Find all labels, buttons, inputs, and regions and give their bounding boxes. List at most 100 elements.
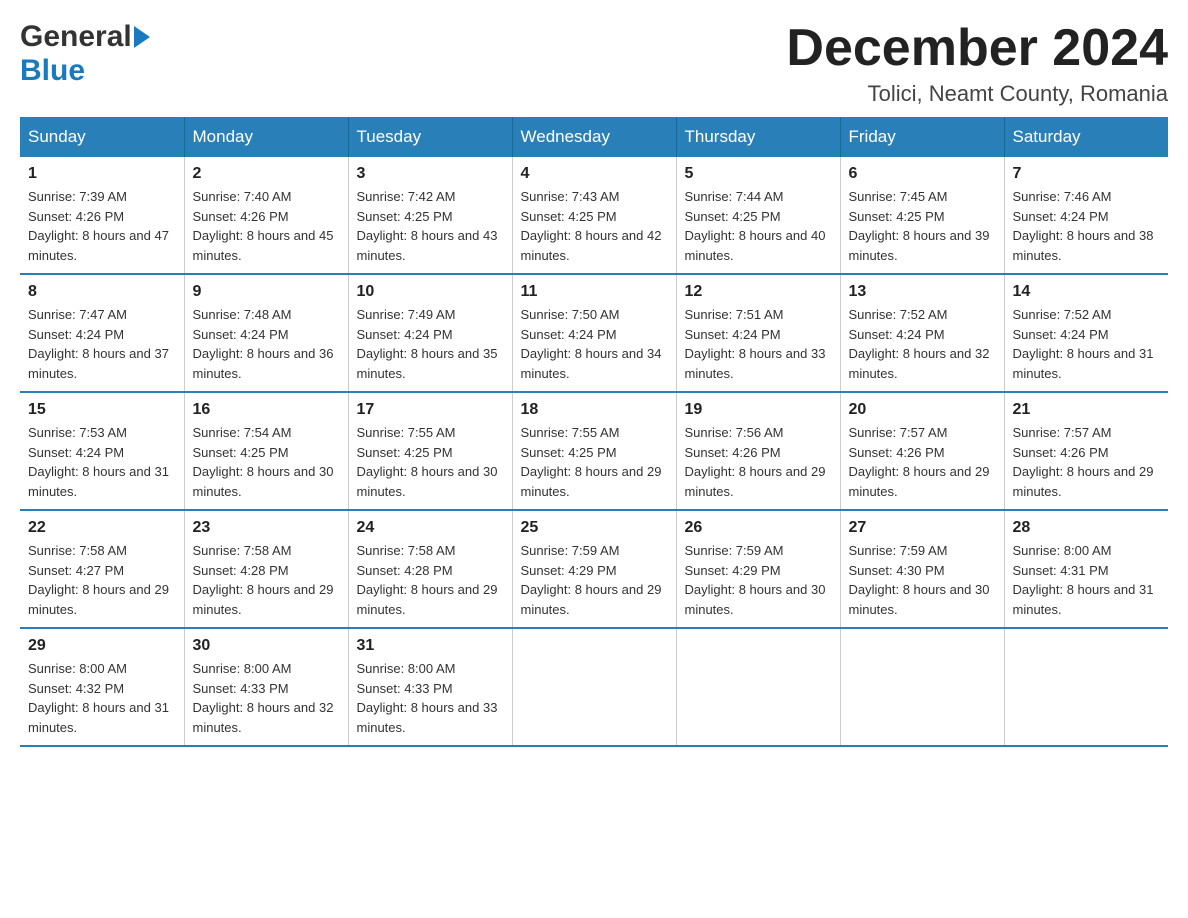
day-info: Sunrise: 7:49 AM Sunset: 4:24 PM Dayligh… — [357, 305, 504, 383]
daylight-label: Daylight: 8 hours and 33 minutes. — [357, 700, 498, 735]
sunset-label: Sunset: 4:29 PM — [521, 563, 617, 578]
sunset-label: Sunset: 4:25 PM — [357, 445, 453, 460]
day-info: Sunrise: 7:57 AM Sunset: 4:26 PM Dayligh… — [1013, 423, 1161, 501]
day-number: 2 — [193, 165, 340, 183]
sunset-label: Sunset: 4:26 PM — [849, 445, 945, 460]
day-info: Sunrise: 7:59 AM Sunset: 4:30 PM Dayligh… — [849, 541, 996, 619]
calendar-day-cell: 3 Sunrise: 7:42 AM Sunset: 4:25 PM Dayli… — [348, 157, 512, 274]
daylight-label: Daylight: 8 hours and 31 minutes. — [1013, 346, 1154, 381]
day-info: Sunrise: 7:42 AM Sunset: 4:25 PM Dayligh… — [357, 187, 504, 265]
day-info: Sunrise: 7:59 AM Sunset: 4:29 PM Dayligh… — [685, 541, 832, 619]
day-number: 28 — [1013, 519, 1161, 537]
sunset-label: Sunset: 4:29 PM — [685, 563, 781, 578]
sunset-label: Sunset: 4:33 PM — [357, 681, 453, 696]
calendar-day-cell: 28 Sunrise: 8:00 AM Sunset: 4:31 PM Dayl… — [1004, 510, 1168, 628]
day-number: 24 — [357, 519, 504, 537]
daylight-label: Daylight: 8 hours and 37 minutes. — [28, 346, 169, 381]
logo-general-text: General — [20, 20, 132, 54]
day-number: 27 — [849, 519, 996, 537]
daylight-label: Daylight: 8 hours and 29 minutes. — [521, 464, 662, 499]
day-number: 19 — [685, 401, 832, 419]
sunset-label: Sunset: 4:24 PM — [28, 445, 124, 460]
day-info: Sunrise: 7:47 AM Sunset: 4:24 PM Dayligh… — [28, 305, 176, 383]
sunrise-label: Sunrise: 7:45 AM — [849, 189, 948, 204]
day-of-week-header: Tuesday — [348, 117, 512, 157]
sunrise-label: Sunrise: 7:39 AM — [28, 189, 127, 204]
sunset-label: Sunset: 4:28 PM — [357, 563, 453, 578]
calendar-week-row: 29 Sunrise: 8:00 AM Sunset: 4:32 PM Dayl… — [20, 628, 1168, 746]
sunrise-label: Sunrise: 7:40 AM — [193, 189, 292, 204]
day-number: 31 — [357, 637, 504, 655]
sunrise-label: Sunrise: 8:00 AM — [28, 661, 127, 676]
logo-blue-text: Blue — [20, 54, 85, 87]
sunset-label: Sunset: 4:24 PM — [357, 327, 453, 342]
day-info: Sunrise: 7:43 AM Sunset: 4:25 PM Dayligh… — [521, 187, 668, 265]
day-info: Sunrise: 7:50 AM Sunset: 4:24 PM Dayligh… — [521, 305, 668, 383]
sunset-label: Sunset: 4:25 PM — [357, 209, 453, 224]
day-number: 6 — [849, 165, 996, 183]
sunrise-label: Sunrise: 7:59 AM — [521, 543, 620, 558]
calendar-day-cell: 4 Sunrise: 7:43 AM Sunset: 4:25 PM Dayli… — [512, 157, 676, 274]
sunrise-label: Sunrise: 7:56 AM — [685, 425, 784, 440]
day-of-week-header: Wednesday — [512, 117, 676, 157]
calendar-week-row: 15 Sunrise: 7:53 AM Sunset: 4:24 PM Dayl… — [20, 392, 1168, 510]
calendar-day-cell: 19 Sunrise: 7:56 AM Sunset: 4:26 PM Dayl… — [676, 392, 840, 510]
day-number: 30 — [193, 637, 340, 655]
sunset-label: Sunset: 4:24 PM — [1013, 327, 1109, 342]
daylight-label: Daylight: 8 hours and 33 minutes. — [685, 346, 826, 381]
daylight-label: Daylight: 8 hours and 32 minutes. — [849, 346, 990, 381]
day-of-week-header: Monday — [184, 117, 348, 157]
daylight-label: Daylight: 8 hours and 30 minutes. — [193, 464, 334, 499]
calendar-day-cell: 2 Sunrise: 7:40 AM Sunset: 4:26 PM Dayli… — [184, 157, 348, 274]
day-info: Sunrise: 7:44 AM Sunset: 4:25 PM Dayligh… — [685, 187, 832, 265]
day-info: Sunrise: 8:00 AM Sunset: 4:33 PM Dayligh… — [193, 659, 340, 737]
logo: General Blue — [20, 20, 150, 88]
sunrise-label: Sunrise: 7:52 AM — [1013, 307, 1112, 322]
sunset-label: Sunset: 4:25 PM — [521, 445, 617, 460]
calendar-day-cell — [676, 628, 840, 746]
calendar-header-row: SundayMondayTuesdayWednesdayThursdayFrid… — [20, 117, 1168, 157]
day-info: Sunrise: 7:40 AM Sunset: 4:26 PM Dayligh… — [193, 187, 340, 265]
day-number: 15 — [28, 401, 176, 419]
sunrise-label: Sunrise: 8:00 AM — [1013, 543, 1112, 558]
sunrise-label: Sunrise: 7:47 AM — [28, 307, 127, 322]
sunrise-label: Sunrise: 7:55 AM — [357, 425, 456, 440]
day-number: 10 — [357, 283, 504, 301]
day-number: 17 — [357, 401, 504, 419]
sunrise-label: Sunrise: 7:57 AM — [1013, 425, 1112, 440]
day-info: Sunrise: 7:46 AM Sunset: 4:24 PM Dayligh… — [1013, 187, 1161, 265]
daylight-label: Daylight: 8 hours and 29 minutes. — [357, 582, 498, 617]
calendar-week-row: 1 Sunrise: 7:39 AM Sunset: 4:26 PM Dayli… — [20, 157, 1168, 274]
calendar-day-cell: 24 Sunrise: 7:58 AM Sunset: 4:28 PM Dayl… — [348, 510, 512, 628]
sunset-label: Sunset: 4:24 PM — [685, 327, 781, 342]
daylight-label: Daylight: 8 hours and 40 minutes. — [685, 228, 826, 263]
calendar-table: SundayMondayTuesdayWednesdayThursdayFrid… — [20, 117, 1168, 747]
calendar-day-cell: 20 Sunrise: 7:57 AM Sunset: 4:26 PM Dayl… — [840, 392, 1004, 510]
sunrise-label: Sunrise: 7:55 AM — [521, 425, 620, 440]
daylight-label: Daylight: 8 hours and 29 minutes. — [685, 464, 826, 499]
day-of-week-header: Saturday — [1004, 117, 1168, 157]
sunset-label: Sunset: 4:24 PM — [849, 327, 945, 342]
calendar-day-cell — [1004, 628, 1168, 746]
daylight-label: Daylight: 8 hours and 34 minutes. — [521, 346, 662, 381]
daylight-label: Daylight: 8 hours and 31 minutes. — [1013, 582, 1154, 617]
calendar-day-cell: 15 Sunrise: 7:53 AM Sunset: 4:24 PM Dayl… — [20, 392, 184, 510]
calendar-day-cell: 11 Sunrise: 7:50 AM Sunset: 4:24 PM Dayl… — [512, 274, 676, 392]
day-number: 5 — [685, 165, 832, 183]
day-number: 1 — [28, 165, 176, 183]
calendar-day-cell: 17 Sunrise: 7:55 AM Sunset: 4:25 PM Dayl… — [348, 392, 512, 510]
sunset-label: Sunset: 4:25 PM — [849, 209, 945, 224]
daylight-label: Daylight: 8 hours and 38 minutes. — [1013, 228, 1154, 263]
calendar-day-cell: 23 Sunrise: 7:58 AM Sunset: 4:28 PM Dayl… — [184, 510, 348, 628]
calendar-day-cell: 31 Sunrise: 8:00 AM Sunset: 4:33 PM Dayl… — [348, 628, 512, 746]
calendar-day-cell — [512, 628, 676, 746]
sunrise-label: Sunrise: 7:57 AM — [849, 425, 948, 440]
day-info: Sunrise: 7:59 AM Sunset: 4:29 PM Dayligh… — [521, 541, 668, 619]
calendar-day-cell: 14 Sunrise: 7:52 AM Sunset: 4:24 PM Dayl… — [1004, 274, 1168, 392]
sunrise-label: Sunrise: 7:51 AM — [685, 307, 784, 322]
calendar-day-cell: 29 Sunrise: 8:00 AM Sunset: 4:32 PM Dayl… — [20, 628, 184, 746]
day-number: 12 — [685, 283, 832, 301]
daylight-label: Daylight: 8 hours and 29 minutes. — [1013, 464, 1154, 499]
calendar-day-cell: 21 Sunrise: 7:57 AM Sunset: 4:26 PM Dayl… — [1004, 392, 1168, 510]
sunset-label: Sunset: 4:28 PM — [193, 563, 289, 578]
